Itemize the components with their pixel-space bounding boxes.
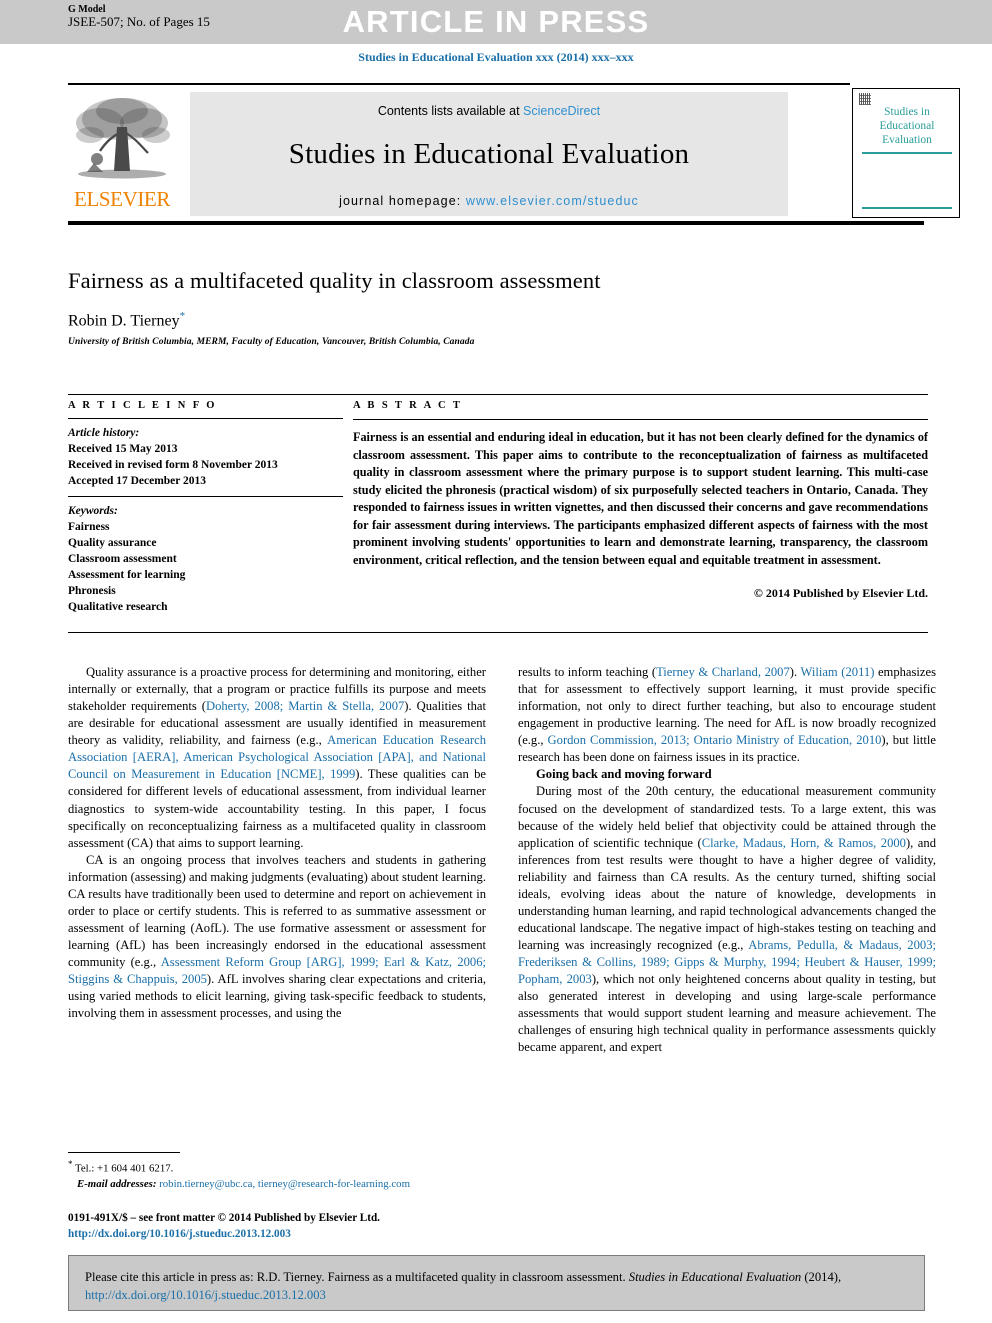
footnote-block: * Tel.: +1 604 401 6217. E-mail addresse… <box>68 1152 486 1192</box>
article-history-label: Article history: <box>68 427 140 439</box>
body-column-right: results to inform teaching (Tierney & Ch… <box>518 664 936 1056</box>
cite-this-article-text: Please cite this article in press as: R.… <box>69 1256 924 1305</box>
article-info-heading: A R T I C L E I N F O <box>68 400 217 411</box>
paragraph: results to inform teaching (Tierney & Ch… <box>518 664 936 766</box>
keyword-item: Quality assurance <box>68 537 157 550</box>
journal-cover-thumbnail: Studies in Educational Evaluation <box>852 88 960 218</box>
masthead-bottom-rule <box>68 221 924 225</box>
text-run: results to inform teaching ( <box>518 665 657 679</box>
keyword-item: Classroom assessment <box>68 553 177 566</box>
contents-available-line: Contents lists available at ScienceDirec… <box>190 92 788 118</box>
info-abstract-bottom-rule <box>68 632 928 633</box>
paragraph: During most of the 20th century, the edu… <box>518 783 936 1056</box>
text-run: CA is an ongoing process that involves t… <box>68 852 486 970</box>
affiliation: University of British Columbia, MERM, Fa… <box>68 337 475 348</box>
section-heading: Going back and moving forward <box>536 767 712 782</box>
keyword-item: Assessment for learning <box>68 568 186 581</box>
contents-prefix: Contents lists available at <box>377 104 524 118</box>
masthead-top-rule <box>68 83 850 85</box>
abstract-rule <box>353 419 928 420</box>
footnote-rule <box>68 1152 180 1153</box>
citation-link[interactable]: Tierney & Charland, 2007 <box>656 665 790 679</box>
g-model-block: G Model JSEE-507; No. of Pages 15 <box>68 4 210 30</box>
doi-link[interactable]: http://dx.doi.org/10.1016/j.stueduc.2013… <box>68 1226 568 1242</box>
cover-rule-upper <box>862 152 952 154</box>
keyword-item: Qualitative research <box>68 600 168 613</box>
masthead-center-panel: Contents lists available at ScienceDirec… <box>190 92 788 216</box>
front-matter-block: 0191-491X/$ – see front matter © 2014 Pu… <box>68 1210 568 1242</box>
footnote-tel-line: * Tel.: +1 604 401 6217. <box>68 1158 486 1177</box>
article-info-column: A R T I C L E I N F O Article history: R… <box>68 400 343 615</box>
info-abstract-top-rule <box>68 394 928 395</box>
journal-title: Studies in Educational Evaluation <box>288 138 690 170</box>
article-info-rule-2 <box>68 496 343 498</box>
journal-homepage-line: journal homepage: www.elsevier.com/stued… <box>190 194 788 208</box>
citation-link[interactable]: Doherty, 2008; Martin & Stella, 2007 <box>206 699 404 713</box>
paragraph: CA is an ongoing process that involves t… <box>68 852 486 1023</box>
page-title: Fairness as a multifaceted quality in cl… <box>68 268 601 293</box>
cite-this-article-box: Please cite this article in press as: R.… <box>68 1255 925 1311</box>
cover-publisher-mini-icon <box>859 93 871 105</box>
article-history-block: Article history: Received 15 May 2013 Re… <box>68 426 343 489</box>
elsevier-tree-icon <box>76 98 170 179</box>
email-addresses-label: E-mail addresses: <box>77 1177 157 1190</box>
sciencedirect-link[interactable]: ScienceDirect <box>523 104 600 118</box>
cite-year: (2014), <box>801 1270 842 1284</box>
keyword-item: Phronesis <box>68 584 116 597</box>
front-matter-line: 0191-491X/$ – see front matter © 2014 Pu… <box>68 1212 380 1224</box>
manuscript-id: JSEE-507; No. of Pages 15 <box>68 14 210 30</box>
footnote-email-line: E-mail addresses: robin.tierney@ubc.ca, … <box>68 1177 486 1192</box>
abstract-text: Fairness is an essential and enduring id… <box>353 430 928 567</box>
cover-title-text: Studies in Educational Evaluation <box>879 106 935 147</box>
cite-prefix: Please cite this article in press as: R.… <box>85 1270 629 1284</box>
keyword-item: Fairness <box>68 521 110 534</box>
text-run: ), and inferences from test results were… <box>518 835 936 952</box>
author-name: Robin D. Tierney <box>68 312 180 330</box>
journal-reference-line: Studies in Educational Evaluation xxx (2… <box>358 50 634 64</box>
abstract-heading: A B S T R A C T <box>353 400 463 411</box>
abstract-copyright: © 2014 Published by Elsevier Ltd. <box>753 585 928 600</box>
history-item: Received in revised form 8 November 2013 <box>68 458 278 471</box>
author-line: Robin D. Tierney* <box>68 310 928 330</box>
homepage-label: journal homepage: <box>339 194 462 208</box>
footnote-marker: * <box>68 1159 73 1169</box>
homepage-url-link[interactable]: www.elsevier.com/stueduc <box>466 194 639 208</box>
body-column-left: Quality assurance is a proactive process… <box>68 664 486 1022</box>
paragraph: Quality assurance is a proactive process… <box>68 664 486 852</box>
email-addresses-link[interactable]: robin.tierney@ubc.ca, tierney@research-f… <box>159 1178 410 1190</box>
corresponding-author-marker: * <box>179 310 186 322</box>
footnote-tel: Tel.: +1 604 401 6217. <box>75 1162 174 1175</box>
history-item: Received 15 May 2013 <box>68 442 178 455</box>
citation-link[interactable]: Wiliam (2011) <box>800 665 874 679</box>
cite-journal-name: Studies in Educational Evaluation <box>628 1270 802 1284</box>
title-block: Fairness as a multifaceted quality in cl… <box>68 268 928 347</box>
article-info-rule-1 <box>68 418 343 419</box>
keywords-label: Keywords: <box>68 505 118 518</box>
citation-link[interactable]: Gordon Commission, 2013; Ontario Ministr… <box>548 733 882 747</box>
text-run: ). <box>789 665 801 679</box>
abstract-column: A B S T R A C T Fairness is an essential… <box>353 400 928 601</box>
history-item: Accepted 17 December 2013 <box>68 474 207 487</box>
cite-doi-link[interactable]: http://dx.doi.org/10.1016/j.stueduc.2013… <box>85 1288 326 1302</box>
citation-link[interactable]: Clarke, Madaus, Horn, & Ramos, 2000 <box>702 836 906 850</box>
elsevier-logo: ELSEVIER <box>68 93 176 215</box>
elsevier-wordmark: ELSEVIER <box>74 187 170 211</box>
journal-masthead: ELSEVIER Contents lists available at Sci… <box>68 83 960 225</box>
keywords-block: Keywords: Fairness Quality assurance Cla… <box>68 504 343 615</box>
cover-rule-lower <box>862 207 952 209</box>
